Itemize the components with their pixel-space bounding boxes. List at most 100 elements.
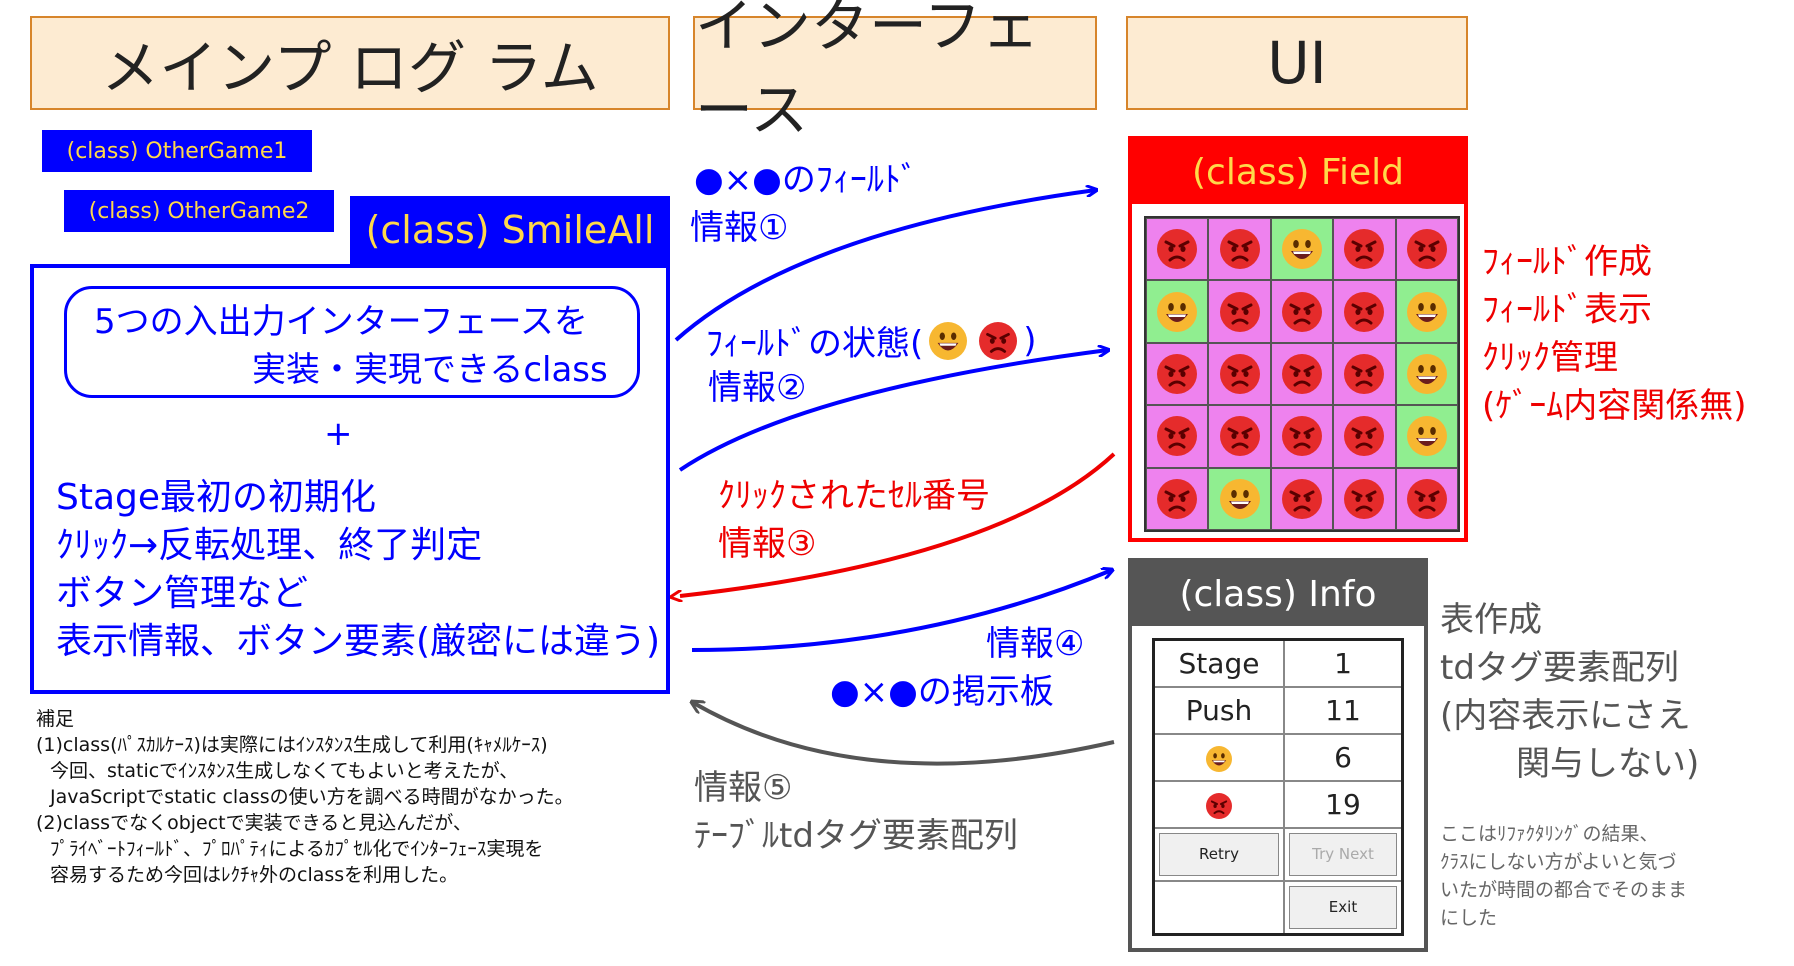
- field-cell[interactable]: [1333, 467, 1396, 530]
- field-cell[interactable]: [1146, 218, 1209, 281]
- label-info5-line1: 情報⑤: [694, 768, 793, 808]
- info-table: Stage 1 Push 11 6 19 Retry Try Next Exit: [1152, 638, 1404, 936]
- label-info2-prefix: ﾌｨｰﾙﾄﾞの状態(: [706, 324, 924, 364]
- smile-face-icon: [1406, 416, 1447, 457]
- field-cell[interactable]: [1395, 342, 1458, 406]
- label-info2-line2: 情報②: [708, 368, 807, 408]
- info-title-bar: (class) Info: [1132, 562, 1424, 626]
- label-info3-line2: 情報③: [718, 524, 817, 564]
- field-cell[interactable]: [1395, 218, 1458, 281]
- field-cell[interactable]: [1146, 467, 1209, 530]
- info-value-stage: 1: [1283, 638, 1404, 688]
- angry-face-icon: [1344, 478, 1385, 519]
- angry-face-icon: [1206, 792, 1232, 819]
- info-trynext-cell: Try Next: [1283, 826, 1404, 882]
- info-note-4: 関与しない): [1516, 744, 1700, 784]
- info-note-2: tdタグ要素配列: [1440, 648, 1679, 688]
- field-note-1: ﾌｨｰﾙﾄﾞ作成: [1482, 242, 1652, 282]
- info-note-1: 表作成: [1440, 600, 1542, 640]
- info-empty-cell: [1152, 879, 1285, 935]
- info-value-angry: 19: [1283, 779, 1404, 829]
- angry-face-icon: [1281, 478, 1322, 519]
- field-cell[interactable]: [1208, 218, 1271, 281]
- angry-face-icon: [1281, 353, 1322, 394]
- exit-button[interactable]: Exit: [1289, 885, 1397, 929]
- angry-face-icon: [1344, 229, 1385, 270]
- label-info4-line2: ●×●の掲示板: [830, 672, 1054, 712]
- field-cell[interactable]: [1395, 280, 1458, 343]
- label-info1-line1: ●×●のﾌｨｰﾙﾄﾞ: [694, 160, 918, 200]
- label-info4-line1: 情報④: [986, 624, 1085, 664]
- info-label-push: Push: [1152, 685, 1285, 735]
- field-class-box: (class) Field: [1128, 136, 1468, 542]
- angry-face-icon: [1219, 291, 1260, 332]
- field-cell[interactable]: [1270, 342, 1334, 406]
- info-row-exit: Exit: [1152, 879, 1404, 935]
- smile-face-icon: [1219, 478, 1260, 519]
- field-cell[interactable]: [1208, 405, 1271, 468]
- angry-face-icon: [1406, 229, 1447, 270]
- info-class-box: (class) Info Stage 1 Push 11 6 19 Retry …: [1128, 558, 1428, 952]
- field-notes: ﾌｨｰﾙﾄﾞ作成 ﾌｨｰﾙﾄﾞ表示 ｸﾘｯｸ管理 (ｹﾞｰﾑ内容関係無): [1482, 238, 1747, 430]
- info-exit-cell: Exit: [1283, 879, 1404, 935]
- retry-button[interactable]: Retry: [1159, 832, 1279, 876]
- info-note-3: (内容表示にさえ: [1440, 696, 1691, 736]
- field-title-bar: (class) Field: [1132, 140, 1464, 204]
- label-info2-line1: ﾌｨｰﾙﾄﾞの状態( ): [706, 316, 1037, 365]
- info-retry-cell: Retry: [1152, 826, 1285, 882]
- field-cell[interactable]: [1208, 467, 1271, 530]
- field-cell[interactable]: [1333, 280, 1396, 343]
- angry-face-icon: [1406, 478, 1447, 519]
- field-cell[interactable]: [1208, 280, 1271, 343]
- field-cell[interactable]: [1270, 405, 1334, 468]
- try-next-button[interactable]: Try Next: [1289, 832, 1397, 876]
- smile-face-icon: [1206, 745, 1232, 772]
- field-cell[interactable]: [1395, 405, 1458, 468]
- field-cell[interactable]: [1270, 467, 1334, 530]
- field-note-4: (ｹﾞｰﾑ内容関係無): [1482, 386, 1747, 426]
- smile-face-icon: [929, 321, 968, 360]
- angry-face-icon: [1344, 416, 1385, 457]
- field-cell[interactable]: [1333, 342, 1396, 406]
- angry-face-icon: [1281, 416, 1322, 457]
- smile-face-icon: [1281, 229, 1322, 270]
- info-row-push: Push 11: [1152, 685, 1404, 735]
- angry-face-icon: [1157, 229, 1198, 270]
- info-row-angry: 19: [1152, 779, 1404, 829]
- label-info2-suffix: ): [1023, 320, 1037, 361]
- label-info5-line2: ﾃｰﾌﾞﾙtdタグ要素配列: [694, 816, 1018, 856]
- angry-face-icon: [1281, 291, 1322, 332]
- label-info1-line2: 情報①: [690, 208, 789, 248]
- field-grid: [1144, 216, 1460, 532]
- smile-face-icon: [1157, 291, 1198, 332]
- label-info3-line1: ｸﾘｯｸされたｾﾙ番号: [718, 476, 990, 516]
- field-cell[interactable]: [1395, 467, 1458, 530]
- angry-face-icon: [1344, 353, 1385, 394]
- info-row-smile: 6: [1152, 732, 1404, 782]
- info-row-buttons: Retry Try Next: [1152, 826, 1404, 882]
- angry-face-icon: [979, 321, 1018, 360]
- field-cell[interactable]: [1146, 280, 1209, 343]
- angry-face-icon: [1219, 416, 1260, 457]
- field-cell[interactable]: [1146, 405, 1209, 468]
- info-smile-cell: [1152, 732, 1285, 782]
- field-note-3: ｸﾘｯｸ管理: [1482, 338, 1618, 378]
- angry-face-icon: [1344, 291, 1385, 332]
- angry-face-icon: [1219, 229, 1260, 270]
- angry-face-icon: [1157, 478, 1198, 519]
- field-title-label: (class) Field: [1192, 151, 1404, 193]
- field-cell[interactable]: [1146, 342, 1209, 406]
- field-cell[interactable]: [1333, 218, 1396, 281]
- field-cell[interactable]: [1270, 280, 1334, 343]
- info-small-2: ｸﾗｽにしない方がよいと気づ: [1440, 851, 1677, 873]
- field-cell[interactable]: [1270, 218, 1334, 281]
- field-cell[interactable]: [1208, 342, 1271, 406]
- field-note-2: ﾌｨｰﾙﾄﾞ表示: [1482, 290, 1652, 330]
- info-small-3: いたが時間の都合でそのまま: [1440, 879, 1688, 901]
- info-row-stage: Stage 1: [1152, 638, 1404, 688]
- info-value-push: 11: [1283, 685, 1404, 735]
- info-notes: 表作成 tdタグ要素配列 (内容表示にさえ 関与しない): [1440, 596, 1699, 788]
- angry-face-icon: [1219, 353, 1260, 394]
- info-value-smile: 6: [1283, 732, 1404, 782]
- field-cell[interactable]: [1333, 405, 1396, 468]
